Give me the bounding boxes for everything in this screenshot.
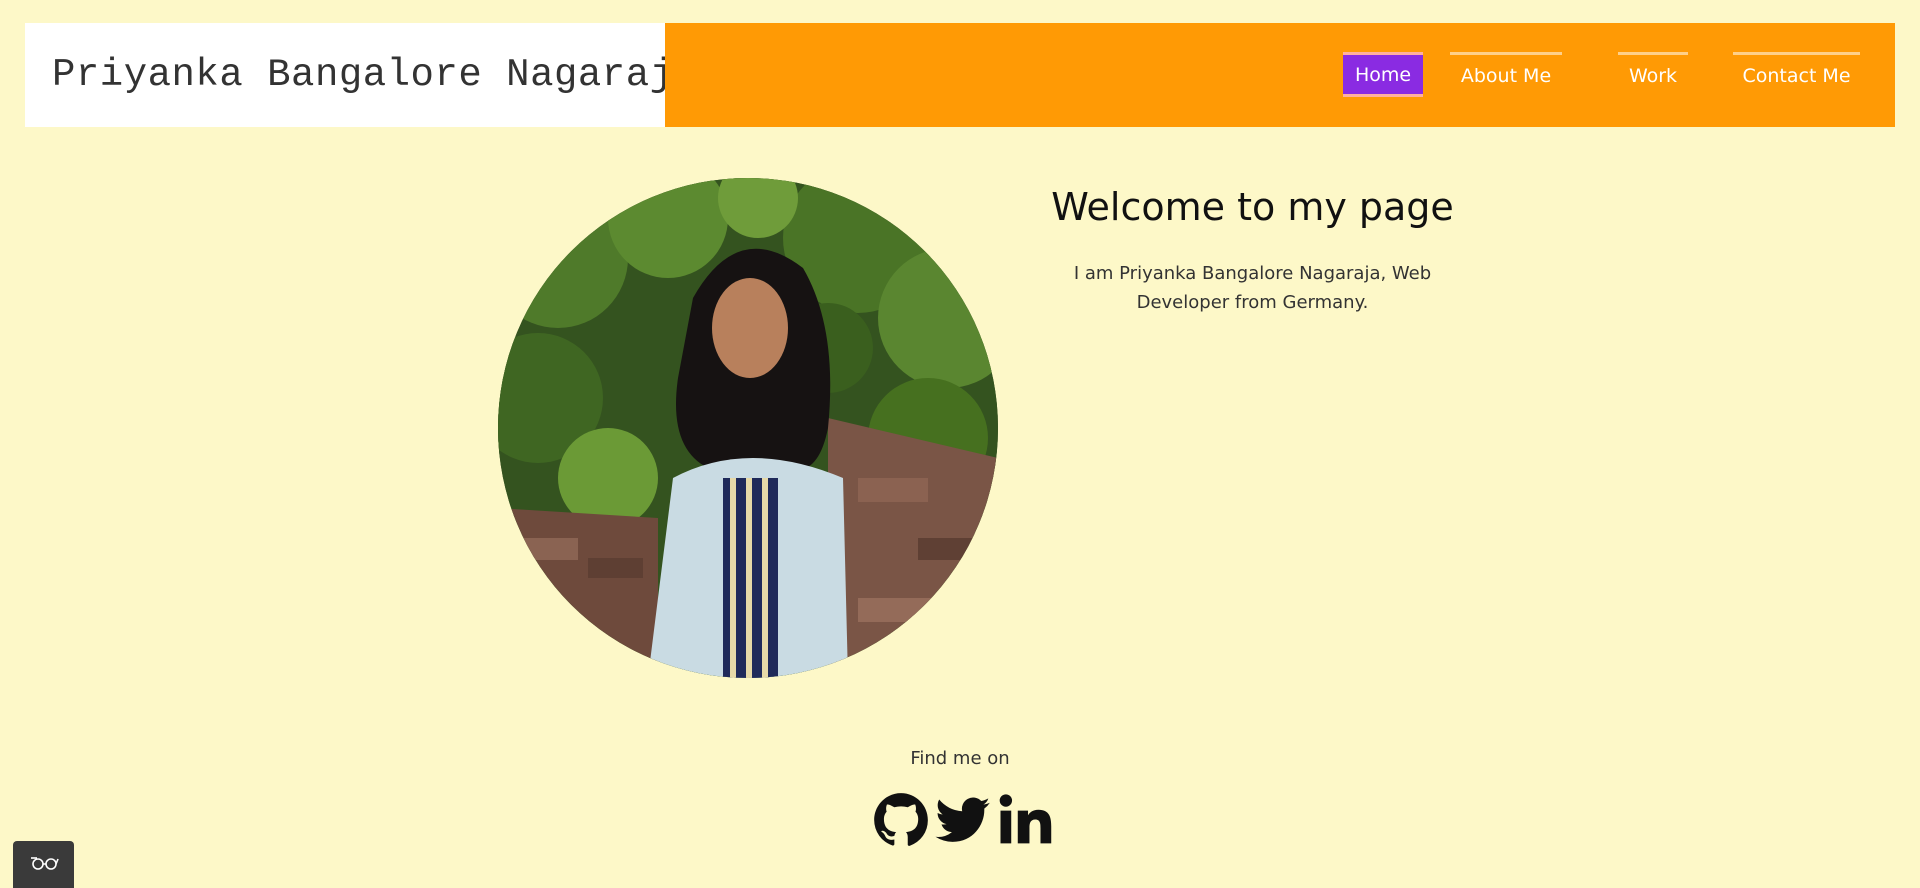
nav-link-about-me[interactable]: About Me xyxy=(1450,52,1562,97)
glasses-icon xyxy=(29,855,59,875)
find-me-on-label: Find me on xyxy=(910,748,1010,769)
nav-link-home[interactable]: Home xyxy=(1343,52,1423,97)
linkedin-icon[interactable] xyxy=(997,792,1053,848)
github-icon[interactable] xyxy=(873,792,929,848)
profile-photo xyxy=(498,178,998,678)
nav-link-contact-me[interactable]: Contact Me xyxy=(1733,52,1860,97)
brand: Priyanka Bangalore Nagaraja xyxy=(25,23,697,127)
welcome-section: Welcome to my page I am Priyanka Bangalo… xyxy=(1030,185,1475,317)
social-links xyxy=(873,792,1053,848)
site-header: Priyanka Bangalore Nagaraja Home About M… xyxy=(25,23,1895,127)
site-name: Priyanka Bangalore Nagaraja xyxy=(52,53,698,97)
welcome-title: Welcome to my page xyxy=(1051,185,1454,229)
navbar: Home About Me Work Contact Me xyxy=(665,23,1895,127)
twitter-icon[interactable] xyxy=(935,792,991,848)
nav-link-work[interactable]: Work xyxy=(1618,52,1688,97)
welcome-text: I am Priyanka Bangalore Nagaraja, Web De… xyxy=(1073,263,1432,313)
accessibility-toggle-button[interactable] xyxy=(13,841,74,888)
